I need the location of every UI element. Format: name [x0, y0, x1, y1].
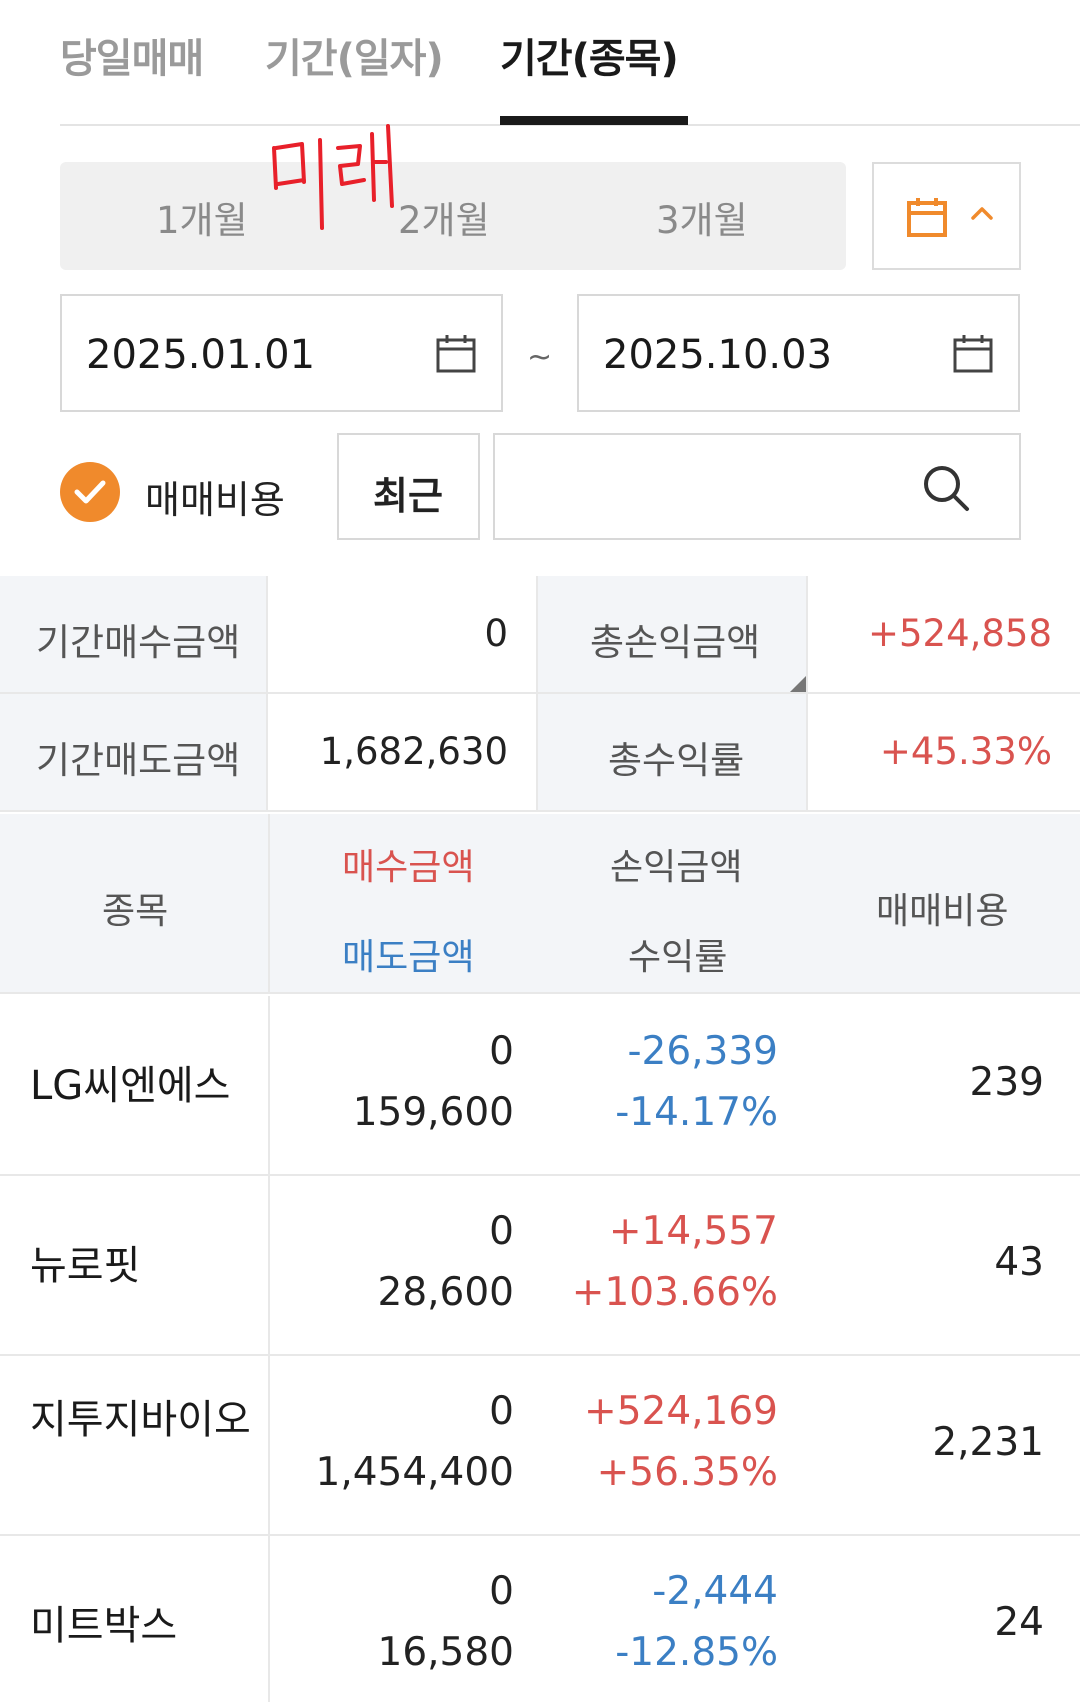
calendar-toggle-button[interactable]	[872, 162, 1021, 270]
return-rate: +56.35%	[596, 1450, 778, 1495]
stock-search-box[interactable]	[493, 433, 1021, 540]
period-buy-value: 0	[484, 612, 508, 655]
fee-checkbox-label[interactable]: 매매비용	[145, 469, 285, 524]
total-pl-label-cell[interactable]: 총손익금액	[538, 576, 808, 694]
trading-fee: 239	[969, 1060, 1044, 1105]
start-date-value: 2025.01.01	[86, 332, 316, 378]
tab-period-by-stock[interactable]: 기간(종목)	[500, 26, 679, 84]
buy-amount: 0	[489, 1389, 514, 1434]
period-sell-label: 기간매도금액	[36, 739, 241, 782]
total-return-label: 총수익률	[608, 739, 745, 782]
buy-amount: 0	[489, 1029, 514, 1074]
stock-table-header: 종목 매수금액 매도금액 손익금액 수익률 매매비용	[0, 814, 1080, 994]
calendar-icon	[907, 198, 947, 237]
handwritten-annotation	[272, 124, 394, 230]
info-corner-icon	[790, 676, 806, 692]
header-return-rate: 수익률	[628, 937, 728, 978]
profit-amount: +524,169	[584, 1389, 778, 1434]
table-row[interactable]: 미트박스 0 16,580 -2,444 -12.85% 24	[0, 1536, 1080, 1702]
total-return-label-cell: 총수익률	[538, 694, 808, 812]
column-divider	[268, 1536, 270, 1702]
trading-fee: 24	[994, 1600, 1044, 1645]
total-pl-value-cell: +524,858	[808, 576, 1080, 694]
header-stock: 종목	[102, 891, 169, 932]
header-buy-amount: 매수금액	[342, 847, 475, 888]
header-profit-amount: 손익금액	[610, 847, 743, 888]
column-divider	[268, 1176, 270, 1356]
profit-amount: -2,444	[652, 1569, 778, 1614]
column-divider	[268, 996, 270, 1176]
sell-amount: 28,600	[377, 1270, 514, 1315]
end-date-value: 2025.10.03	[603, 332, 833, 378]
period-segment-control: 1개월 2개월 3개월	[60, 162, 846, 270]
table-row[interactable]: 뉴로핏 0 28,600 +14,557 +103.66% 43	[0, 1176, 1080, 1356]
sell-amount: 16,580	[377, 1630, 514, 1675]
buy-amount: 0	[489, 1569, 514, 1614]
period-buy-label-cell: 기간매수금액	[0, 576, 268, 694]
sell-amount: 1,454,400	[315, 1450, 515, 1495]
end-date-field[interactable]: 2025.10.03	[577, 294, 1020, 412]
total-return-value-cell: +45.33%	[808, 694, 1080, 812]
tab-period-by-date[interactable]: 기간(일자)	[265, 26, 444, 84]
total-pl-label: 총손익금액	[590, 621, 761, 664]
profit-amount: +14,557	[608, 1209, 778, 1254]
sell-amount: 159,600	[352, 1090, 514, 1135]
tab-bar: 당일매매 기간(일자) 기간(종목)	[60, 0, 1080, 126]
header-fee: 매매비용	[876, 891, 1009, 932]
buy-amount: 0	[489, 1209, 514, 1254]
stock-name: 미트박스	[30, 1603, 178, 1649]
period-buy-value-cell: 0	[268, 576, 538, 694]
total-return-value: +45.33%	[879, 730, 1052, 773]
segment-3-months[interactable]: 3개월	[656, 190, 748, 244]
stock-name: 뉴로핏	[30, 1243, 141, 1289]
search-icon[interactable]	[921, 463, 971, 513]
table-row[interactable]: 지투지바이오 0 1,454,400 +524,169 +56.35% 2,23…	[0, 1356, 1080, 1536]
start-date-field[interactable]: 2025.01.01	[60, 294, 503, 412]
stock-name: 지투지바이오	[30, 1397, 251, 1443]
segment-1-month[interactable]: 1개월	[156, 190, 248, 244]
date-range-separator: ~	[527, 340, 553, 375]
recent-button[interactable]: 최근	[337, 433, 480, 540]
return-rate: +103.66%	[571, 1270, 778, 1315]
column-divider	[268, 1356, 270, 1536]
total-pl-value: +524,858	[867, 612, 1052, 655]
stock-search-input[interactable]	[511, 455, 911, 519]
chevron-up-icon	[971, 207, 993, 220]
calendar-icon	[436, 335, 476, 373]
tab-today-trades[interactable]: 당일매매	[60, 26, 204, 84]
period-sell-value-cell: 1,682,630	[268, 694, 538, 812]
header-sell-amount: 매도금액	[342, 937, 475, 978]
trading-fee: 43	[994, 1240, 1044, 1285]
trading-fee: 2,231	[932, 1420, 1044, 1465]
active-tab-indicator	[500, 116, 688, 125]
period-sell-label-cell: 기간매도금액	[0, 694, 268, 812]
calendar-icon	[953, 335, 993, 373]
recent-button-label: 최근	[373, 474, 443, 518]
checkmark-icon	[74, 480, 106, 504]
period-buy-label: 기간매수금액	[36, 621, 241, 664]
stock-name: LG씨엔에스	[30, 1063, 231, 1109]
profit-amount: -26,339	[627, 1029, 778, 1074]
table-row[interactable]: LG씨엔에스 0 159,600 -26,339 -14.17% 239	[0, 996, 1080, 1176]
return-rate: -14.17%	[615, 1090, 778, 1135]
column-divider	[268, 814, 270, 994]
return-rate: -12.85%	[615, 1630, 778, 1675]
period-sell-value: 1,682,630	[319, 730, 508, 773]
fee-checkbox[interactable]	[60, 462, 120, 522]
